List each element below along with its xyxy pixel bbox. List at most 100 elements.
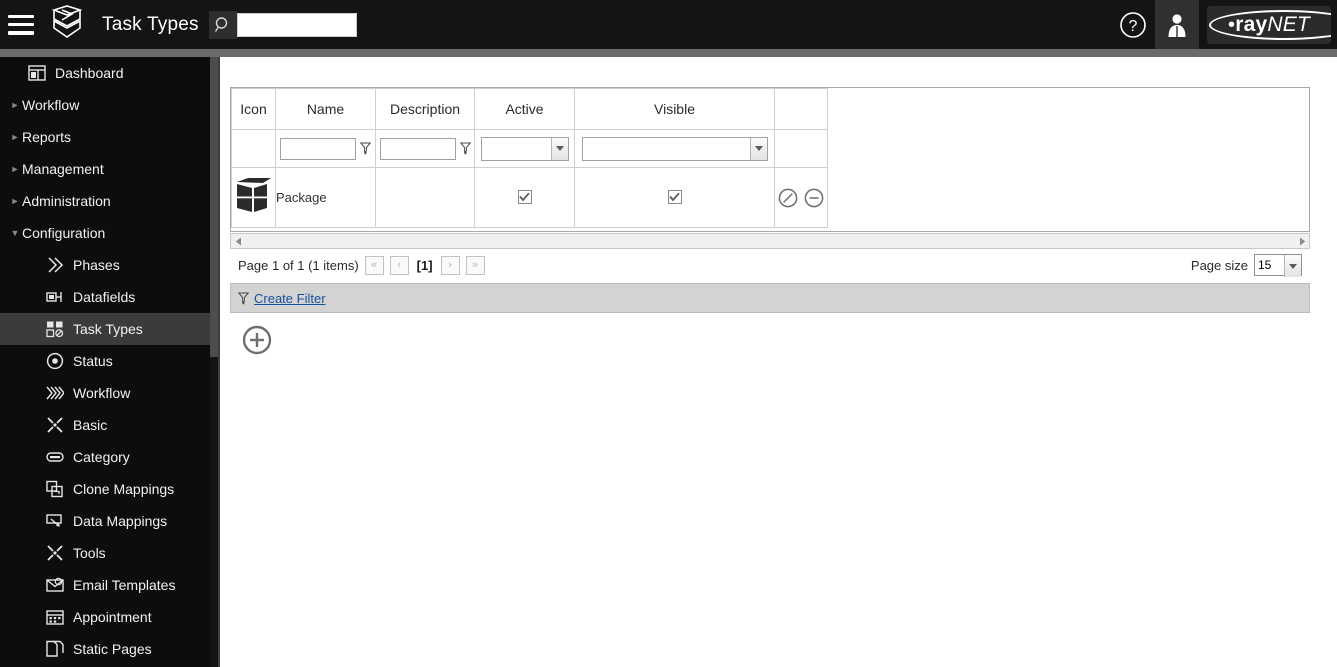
- sidebar-item-status[interactable]: Status: [0, 345, 218, 377]
- sidebar-item-email-templates[interactable]: Email Templates: [0, 569, 218, 601]
- sidebar-item-label: Clone Mappings: [73, 481, 175, 497]
- category-icon: [44, 448, 66, 466]
- row-active-cell: [474, 167, 575, 228]
- task-types-icon: [44, 320, 66, 338]
- data-mappings-icon: [44, 512, 66, 530]
- pager-current-page[interactable]: [1]: [417, 258, 433, 273]
- sidebar-item-clone-mappings[interactable]: Clone Mappings: [0, 473, 218, 505]
- sidebar-item-configuration[interactable]: ▼ Configuration: [0, 217, 218, 249]
- dashboard-icon: [26, 64, 48, 82]
- column-header-icon[interactable]: Icon: [231, 88, 276, 130]
- filter-name-input[interactable]: [280, 137, 356, 160]
- filter-icon: [238, 292, 249, 304]
- filter-cell-visible: [574, 129, 775, 168]
- app-header: Task Types ? •rayNET: [0, 0, 1337, 49]
- table-row[interactable]: Package: [231, 167, 828, 228]
- sidebar-item-category[interactable]: Category: [0, 441, 218, 473]
- sidebar-item-datafields[interactable]: Datafields: [0, 281, 218, 313]
- sidebar-item-label: Task Types: [73, 321, 143, 337]
- sidebar-item-workflow[interactable]: Workflow: [0, 377, 218, 409]
- filter-icon[interactable]: [459, 142, 471, 155]
- sidebar-item-basic[interactable]: Basic: [0, 409, 218, 441]
- sidebar-item-label: Phases: [73, 257, 120, 273]
- sidebar-item-label: Administration: [22, 193, 111, 209]
- visible-checkbox[interactable]: [667, 190, 682, 204]
- logo-ray: ray: [1235, 12, 1268, 36]
- grid-filter-row: [231, 129, 828, 168]
- sidebar-item-phases[interactable]: Phases: [0, 249, 218, 281]
- hamburger-menu-icon[interactable]: [8, 14, 34, 35]
- column-header-actions: [774, 88, 828, 130]
- delete-icon[interactable]: [804, 188, 824, 208]
- pager-next-button[interactable]: ›: [440, 255, 460, 275]
- chevron-right-icon[interactable]: ►: [8, 196, 22, 206]
- pager-last-button[interactable]: »: [465, 255, 485, 275]
- filter-icon[interactable]: [360, 142, 371, 155]
- sidebar-item-tools[interactable]: Tools: [0, 537, 218, 569]
- active-checkbox[interactable]: [517, 190, 532, 204]
- sidebar-scrollbar-thumb[interactable]: [210, 57, 218, 357]
- sidebar-item-data-mappings[interactable]: Data Mappings: [0, 505, 218, 537]
- search-input[interactable]: [236, 12, 357, 37]
- tools-icon: [44, 416, 66, 434]
- sidebar-item-dashboard[interactable]: Dashboard: [0, 57, 218, 89]
- filter-cell-name: [275, 129, 376, 168]
- raynet-logo[interactable]: •rayNET: [1207, 5, 1331, 44]
- sidebar-item-label: Datafields: [73, 289, 136, 305]
- sidebar-item-label: Workflow: [73, 385, 131, 401]
- pager-status: Page 1 of 1 (1 items): [238, 257, 359, 273]
- edit-icon[interactable]: [778, 188, 798, 208]
- sidebar-item-reports[interactable]: ► Reports: [0, 121, 218, 153]
- scroll-right-icon[interactable]: [1295, 237, 1309, 246]
- create-filter-link[interactable]: Create Filter: [254, 291, 326, 306]
- column-header-description[interactable]: Description: [375, 88, 475, 130]
- hamburger-bar: [8, 14, 34, 18]
- sidebar-item-label: Reports: [22, 129, 72, 145]
- chevron-down-icon[interactable]: ▼: [8, 228, 22, 238]
- sidebar-item-task-types[interactable]: Task Types: [0, 313, 218, 345]
- filter-active-select[interactable]: [480, 136, 569, 161]
- page-size-select[interactable]: [1254, 254, 1302, 276]
- search-icon[interactable]: [208, 10, 237, 39]
- filter-cell-description: [375, 129, 475, 168]
- sidebar-item-workflow[interactable]: ► Workflow: [0, 89, 218, 121]
- column-header-active[interactable]: Active: [474, 88, 575, 130]
- logo-net: NET: [1267, 12, 1310, 36]
- chevron-right-icon[interactable]: ►: [8, 164, 22, 174]
- datafields-icon: [44, 288, 66, 306]
- row-actions-cell: [774, 167, 828, 228]
- column-header-name[interactable]: Name: [275, 88, 376, 130]
- add-button[interactable]: [242, 325, 272, 355]
- sidebar-item-administration[interactable]: ► Administration: [0, 185, 218, 217]
- row-description: [375, 167, 475, 228]
- scrollbar-track[interactable]: [245, 234, 1295, 248]
- chevron-right-icon[interactable]: ►: [8, 100, 22, 110]
- help-icon[interactable]: ?: [1111, 0, 1155, 49]
- user-avatar-icon[interactable]: [1155, 0, 1199, 49]
- header-search: [208, 10, 357, 39]
- column-header-visible[interactable]: Visible: [574, 88, 775, 130]
- clone-icon: [44, 480, 66, 498]
- filter-cell-active: [474, 129, 575, 168]
- sidebar-item-label: Appointment: [73, 609, 152, 625]
- sidebar-item-management[interactable]: ► Management: [0, 153, 218, 185]
- email-icon: [44, 576, 66, 594]
- sidebar-item-label: Dashboard: [55, 65, 124, 81]
- scroll-left-icon[interactable]: [231, 237, 245, 246]
- grid-horizontal-scrollbar[interactable]: [230, 233, 1310, 249]
- pages-icon: [44, 640, 66, 658]
- sidebar-nav: Dashboard ► Workflow ► Reports ► Management ► Ad…: [0, 57, 218, 667]
- filter-cell-actions: [774, 129, 828, 168]
- sidebar-item-appointment[interactable]: Appointment: [0, 601, 218, 633]
- pager-prev-button[interactable]: ‹: [389, 255, 409, 275]
- app-logo-icon[interactable]: [44, 4, 90, 46]
- pager-first-button[interactable]: «: [364, 255, 384, 275]
- filter-visible-select[interactable]: [581, 136, 768, 161]
- sidebar-item-static-pages[interactable]: Static Pages: [0, 633, 218, 665]
- filter-description-input[interactable]: [379, 137, 456, 160]
- calendar-icon: [44, 608, 66, 626]
- sidebar-scrollbar[interactable]: [210, 57, 218, 667]
- sidebar-item-label: Status: [73, 353, 113, 369]
- grid-table: Icon Name Description Active Visible Pac…: [231, 88, 828, 228]
- chevron-right-icon[interactable]: ►: [8, 132, 22, 142]
